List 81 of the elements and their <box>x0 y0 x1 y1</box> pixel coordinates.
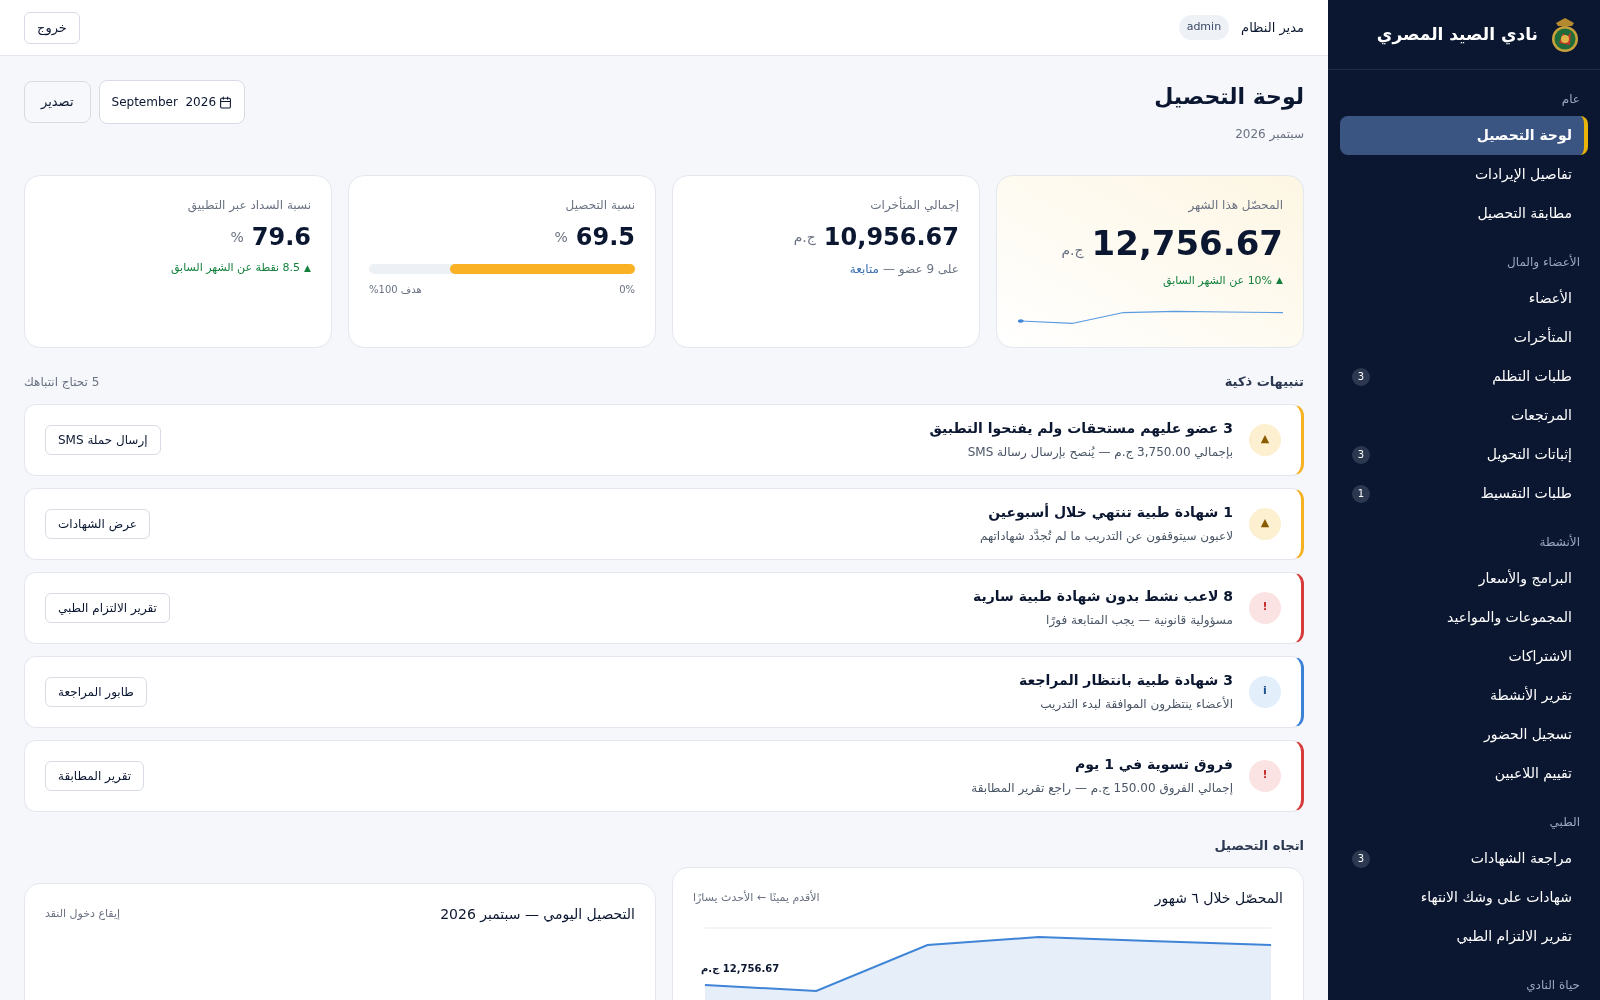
alert-title: 3 شهادة طبية بانتظار المراجعة <box>1018 671 1233 691</box>
alert-action-button[interactable]: طابور المراجعة <box>45 676 147 707</box>
count-badge: 3 <box>1352 849 1370 868</box>
sidebar-section-label: عام <box>1560 91 1581 108</box>
alert-title: فروق تسوية في 1 يوم <box>1074 755 1233 775</box>
alert-icon: ▲ <box>1249 423 1281 456</box>
alert-action-button[interactable]: تقرير الالتزام الطبي <box>45 592 170 623</box>
club-emblem-icon <box>1550 16 1580 53</box>
delta-text: 8.5 نقطة عن الشهر السابق <box>170 260 301 276</box>
alert-icon: ! <box>1249 591 1281 624</box>
stat-label: نسبة التحصيل <box>564 197 635 214</box>
chart-hint: إيقاع دخول النقد <box>45 906 121 923</box>
alert-icon: ! <box>1249 759 1281 792</box>
sidebar-item[interactable]: تقرير الالتزام الطبي <box>1340 917 1588 956</box>
alert-action-button[interactable]: إرسال حملة SMS <box>45 424 161 455</box>
chart-title: المحصّل خلال ٦ شهور <box>1154 889 1283 909</box>
sidebar-item[interactable]: المجموعات والمواعيد <box>1340 598 1588 637</box>
alert-action-button[interactable]: عرض الشهادات <box>45 508 150 539</box>
alert-detail: بإجمالي 3,750.00 ج.م — يُنصح بإرسال رسالة SMS <box>966 444 1233 461</box>
alert-detail: إجمالي الفروق 150.00 ج.م — راجع تقرير المطابقة <box>970 780 1233 797</box>
up-arrow: ▲ <box>304 261 311 275</box>
count-badge: 3 <box>1352 445 1370 464</box>
sidebar-item[interactable]: مطابقة التحصيل <box>1340 194 1588 233</box>
sidebar-section-label: الأنشطة <box>1538 533 1581 551</box>
section-title: اتجاه التحصيل <box>1213 836 1304 855</box>
delta-text: 10% عن الشهر السابق <box>1163 272 1273 289</box>
stat-value: 69.5 <box>575 222 635 252</box>
sidebar-item[interactable]: المتأخرات <box>1340 318 1588 357</box>
follow-up-link[interactable]: متابعة <box>849 260 879 278</box>
alert-title: 3 عضو عليهم مستحقات ولم يفتحوا التطبيق <box>928 419 1233 439</box>
sidebar-item[interactable]: المرتجعات <box>1340 396 1588 435</box>
role-badge: admin <box>1178 15 1230 40</box>
alert-detail: الأعضاء ينتظرون الموافقة لبدء التدريب <box>1039 695 1233 713</box>
stat-label: نسبة السداد عبر التطبيق <box>186 197 311 214</box>
sidebar-item[interactable]: لوحة التحصيل <box>1340 116 1588 155</box>
unit-label: % <box>230 228 244 247</box>
alert-title: 1 شهادة طبية تنتهي خلال أسبوعين <box>987 502 1233 523</box>
unit-label: ج.م <box>793 228 816 248</box>
sidebar-section-label: الأعضاء والمال <box>1506 253 1581 271</box>
month-field[interactable]: September 2026 <box>98 80 245 124</box>
attention-count: 5 تحتاج انتباهك <box>24 373 100 391</box>
sidebar-section-label: الطبي <box>1548 814 1581 831</box>
calendar-icon <box>218 95 232 109</box>
alert-detail: مسؤولية قانونية — يجب المتابعة فورًا <box>1045 612 1233 629</box>
sidebar-item[interactable]: شهادات على وشك الانتهاء <box>1340 878 1588 917</box>
sidebar-item[interactable]: البرامج والأسعار <box>1340 559 1588 598</box>
count-badge: 3 <box>1352 367 1370 386</box>
logout-button[interactable]: خروج <box>24 11 80 44</box>
stat-note: على 9 عضو — <box>883 261 959 278</box>
section-title: تنبيهات ذكية <box>1224 373 1304 391</box>
stat-value: 10,956.67 <box>823 222 959 252</box>
alert-action-button[interactable]: تقرير المطابقة <box>45 760 145 791</box>
stat-value: 12,756.67 <box>1091 222 1283 265</box>
club-name: نادي الصيد المصري <box>1376 22 1538 47</box>
user-name: مدير النظام <box>1241 18 1304 38</box>
chart-title: التحصيل اليومي — سبتمبر 2026 <box>440 905 635 925</box>
stat-value: 79.6 <box>251 222 311 252</box>
alert-icon: ▲ <box>1249 507 1281 540</box>
chart-hint: الأقدم يمينًا ← الأحدث يسارًا <box>693 890 820 907</box>
stat-label: إجمالي المتأخرات <box>869 196 959 214</box>
export-button[interactable]: تصدير <box>24 81 91 123</box>
sidebar-item[interactable]: تسجيل الحضور <box>1340 715 1588 754</box>
data-point-label: 12,756.67 ج.م <box>701 961 780 976</box>
up-arrow: ▲ <box>1276 274 1283 287</box>
alert-title: 8 لاعب نشط بدون شهادة طبية سارية <box>972 587 1233 607</box>
alert-detail: لاعبون سيتوقفون عن التدريب ما لم تُجدَّد شهاداتهم <box>979 528 1233 545</box>
page-subtitle: سبتمبر 2026 <box>1234 126 1304 143</box>
sidebar-item[interactable]: تفاصيل الإيرادات <box>1340 155 1588 194</box>
page-title: لوحة التحصيل <box>1154 83 1304 112</box>
sidebar-item[interactable]: الاشتراكات <box>1340 637 1588 676</box>
progress-start-label: 0% <box>619 283 635 297</box>
sidebar-item[interactable]: تقرير الأنشطة <box>1340 676 1588 715</box>
unit-label: % <box>554 228 568 247</box>
sidebar-section-label: حياة النادي <box>1525 977 1581 994</box>
alert-icon: i <box>1249 675 1281 708</box>
sidebar-item[interactable]: الأعضاء <box>1340 279 1588 318</box>
count-badge: 1 <box>1352 484 1370 503</box>
unit-label: ج.م <box>1061 240 1084 261</box>
progress-target-label: هدف 100% <box>369 283 422 297</box>
stat-label: المحصّل هذا الشهر <box>1187 197 1283 214</box>
sidebar-item[interactable]: تقييم اللاعبين <box>1340 754 1588 793</box>
